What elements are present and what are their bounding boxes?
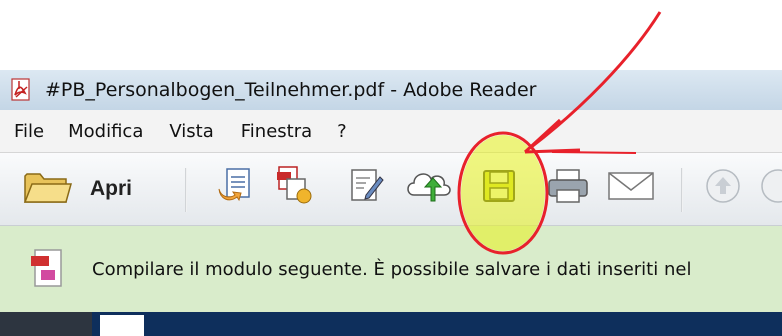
toolbar-separator [185,168,187,212]
toolbar-separator [681,168,683,212]
page-up-icon [703,166,743,210]
export-button[interactable] [212,164,258,210]
edit-button[interactable] [344,164,388,210]
page-down-icon [758,166,782,210]
menu-modifica[interactable]: Modifica [68,121,143,142]
menu-help[interactable]: ? [337,121,347,142]
open-folder-icon [22,168,72,210]
page-down-button[interactable] [758,166,782,210]
save-button[interactable] [476,164,522,212]
upload-button[interactable] [402,164,456,210]
menu-bar: File Modifica Vista Finestra ? [0,110,782,153]
form-document-icon [22,244,72,294]
menu-vista[interactable]: Vista [169,121,213,142]
document-page [100,315,144,336]
pdf-file-icon [9,77,35,103]
menu-finestra[interactable]: Finestra [241,121,312,142]
open-button-label: Apri [90,177,132,200]
window-title: #PB_Personalbogen_Teilnehmer.pdf - Adobe… [45,79,537,101]
export-document-icon [215,165,255,209]
upload-cloud-icon [404,165,454,209]
page-up-button[interactable] [700,166,746,210]
print-button[interactable] [542,164,594,212]
create-pdf-button[interactable] [270,163,320,211]
menu-file[interactable]: File [14,121,44,142]
form-notification-message: Compilare il modulo seguente. È possibil… [92,259,692,280]
email-button[interactable] [604,164,658,212]
title-bar: #PB_Personalbogen_Teilnehmer.pdf - Adobe… [0,70,782,110]
create-pdf-icon [273,163,317,211]
open-button[interactable]: Apri [22,165,132,213]
email-icon [606,168,656,208]
save-icon [479,166,519,210]
navigation-pane [0,312,92,336]
print-icon [545,166,591,210]
edit-document-icon [346,165,386,209]
